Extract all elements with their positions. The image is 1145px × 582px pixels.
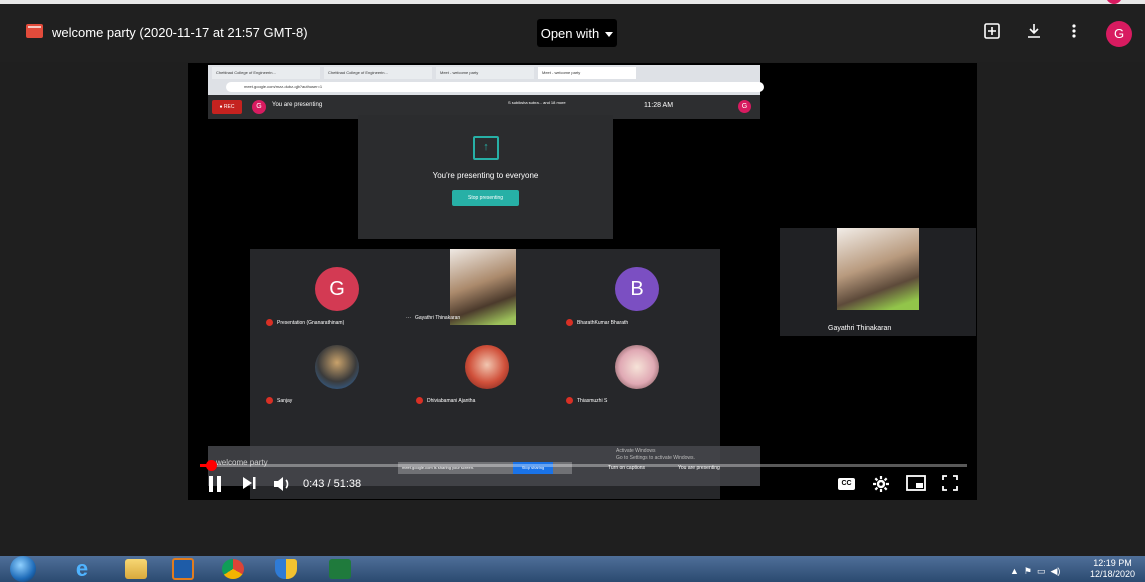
file-title: welcome party (2020-11-17 at 21:57 GMT-8… <box>52 25 308 40</box>
video-file-icon <box>26 24 43 38</box>
media-player-icon[interactable] <box>163 557 203 581</box>
excel-icon[interactable] <box>320 557 360 581</box>
chevron-down-icon <box>605 31 614 37</box>
captured-tab: Meet - welcome party <box>538 67 636 79</box>
internet-explorer-icon[interactable]: e <box>62 557 102 581</box>
activate-windows-notice: Activate Windows Go to Settings to activa… <box>616 448 695 461</box>
miniplayer-icon[interactable] <box>905 475 927 495</box>
participant-name: Sanjay <box>266 397 292 404</box>
next-button[interactable] <box>239 475 259 495</box>
participant-name: Presentation (Gnanarathinam) <box>266 319 344 326</box>
participant-photo <box>615 345 659 389</box>
participant-photo <box>315 345 359 389</box>
participant-video <box>450 249 516 325</box>
participant-avatar: G <box>315 267 359 311</box>
stop-presenting-button: Stop presenting <box>452 190 519 206</box>
fullscreen-icon[interactable] <box>940 475 960 495</box>
system-tray[interactable]: ▲ ⚑ ▭ ◀) <box>1010 566 1060 577</box>
progress-bar[interactable] <box>200 460 967 471</box>
pause-button[interactable] <box>205 475 225 495</box>
present-screen-icon: ↑ <box>473 136 499 160</box>
participant-name: BharathKumar Bharath <box>566 319 628 326</box>
captured-tabs: Chettinad College of Engineerin... Chett… <box>208 65 764 79</box>
chrome-icon[interactable] <box>213 557 253 581</box>
security-shield-icon[interactable] <box>266 557 306 581</box>
video-player[interactable]: Chettinad College of Engineerin... Chett… <box>188 63 977 500</box>
mic-off-icon <box>566 397 573 404</box>
participant-tile: Dhiviabamani Ajantha <box>410 333 560 413</box>
mic-off-icon <box>416 397 423 404</box>
participant-tile: B BharathKumar Bharath <box>560 255 710 335</box>
browser-strip <box>0 0 1145 4</box>
taskbar-time: 12:19 PM <box>1093 558 1132 568</box>
side-participant-tile: Gayathri Thinakaran <box>780 228 976 336</box>
taskbar-date: 12/18/2020 <box>1090 569 1136 579</box>
taskbar-clock[interactable]: 12:19 PM 12/18/2020 <box>1090 558 1135 580</box>
more-vert-icon[interactable] <box>1064 22 1084 42</box>
participant-tile: Thiasmuzhi S <box>560 333 710 413</box>
participants-label: S subiksha subra... and 18 more <box>508 100 566 105</box>
captured-url: meet.google.com/mzz-dubz-qjb?authuser=1 <box>226 82 764 92</box>
windows-taskbar: e <box>0 556 1145 582</box>
meet-clock: 11:28 AM <box>644 102 674 109</box>
captured-browser-chrome: Chettinad College of Engineerin... Chett… <box>208 65 764 95</box>
open-with-button[interactable]: Open with <box>537 19 617 47</box>
captured-tab: Chettinad College of Engineerin... <box>212 67 320 79</box>
participant-tile: G Presentation (Gnanarathinam) <box>260 255 410 335</box>
open-with-label: Open with <box>540 25 600 41</box>
captions-button[interactable]: CC <box>838 478 855 490</box>
settings-gear-icon[interactable] <box>871 475 891 495</box>
participant-tile: Sanjay <box>260 333 410 413</box>
participant-name: Dhiviabamani Ajantha <box>416 397 475 404</box>
participant-avatar: B <box>615 267 659 311</box>
captured-tab: Meet - welcome party <box>436 67 534 79</box>
side-participant-video <box>837 228 919 310</box>
add-to-drive-icon[interactable] <box>982 22 1002 42</box>
presenting-card: ↑ You're presenting to everyone Stop pre… <box>358 115 613 239</box>
meet-avatar: G <box>252 100 266 114</box>
presenting-label: You are presenting <box>272 102 323 108</box>
screen-share-view: Chettinad College of Engineerin... Chett… <box>188 63 777 500</box>
mic-off-icon <box>266 319 273 326</box>
mic-off-icon <box>566 319 573 326</box>
download-icon[interactable] <box>1024 22 1044 42</box>
start-button[interactable] <box>10 556 36 582</box>
side-participant-name: Gayathri Thinakaran <box>828 325 892 332</box>
volume-icon[interactable] <box>270 475 294 495</box>
time-display: 0:43 / 51:38 <box>303 478 362 490</box>
file-explorer-icon[interactable] <box>116 557 156 581</box>
account-avatar[interactable]: G <box>1106 21 1132 47</box>
participant-name: ··· Gayathri Thinakaran <box>406 315 461 321</box>
rec-badge: ● REC <box>212 100 242 114</box>
participant-name: Thiasmuzhi S <box>566 397 607 404</box>
mic-off-icon <box>266 397 273 404</box>
participant-tile: ··· Gayathri Thinakaran <box>406 249 560 329</box>
participant-photo <box>465 345 509 389</box>
meet-avatar-2: G <box>738 100 751 113</box>
scrubber-handle[interactable] <box>205 460 217 471</box>
viewer-header: welcome party (2020-11-17 at 21:57 GMT-8… <box>0 0 1145 62</box>
presenting-message: You're presenting to everyone <box>432 171 539 180</box>
captured-tab: Chettinad College of Engineerin... <box>324 67 432 79</box>
